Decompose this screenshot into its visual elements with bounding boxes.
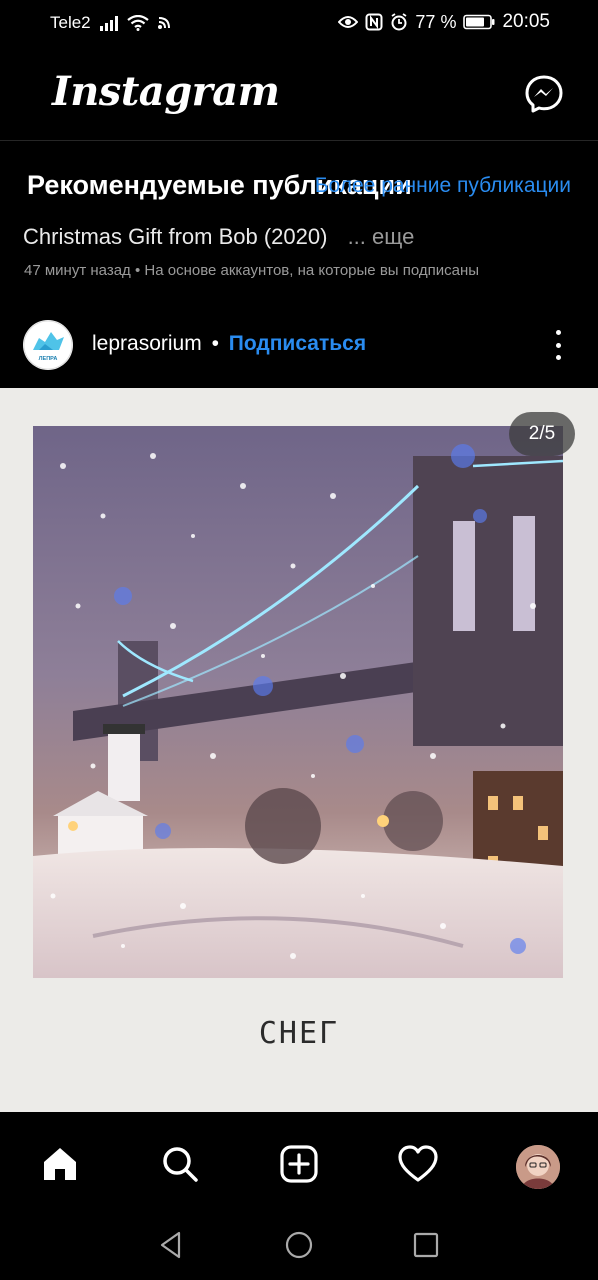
nav-activity-button[interactable] [396,1142,440,1186]
more-dot-icon [555,342,561,348]
system-back-button[interactable] [157,1230,187,1260]
back-icon [160,1231,181,1259]
system-recents-button[interactable] [411,1230,441,1260]
signal-icon [99,16,118,31]
system-home-button[interactable] [284,1230,314,1260]
search-icon [163,1147,198,1182]
nav-home-button[interactable] [38,1142,82,1186]
nav-new-post-button[interactable] [277,1142,321,1186]
post-photo [33,426,563,978]
more-dot-icon [555,330,561,335]
older-posts-link[interactable]: Более ранние публикации [315,174,571,198]
carousel-counter: 2/5 [509,412,575,456]
recommended-header: Рекомендуемые публикации Более ранние пу… [0,141,598,221]
home-icon [44,1148,76,1180]
leprasorium-logo-icon: ЛЕПРА [23,320,73,370]
alarm-icon [391,13,407,31]
author-avatar[interactable]: ЛЕПРА [23,320,73,370]
eye-comfort-icon [338,16,359,28]
status-time: 20:05 [502,11,550,32]
more-dot-icon [555,355,561,360]
status-bar: Tele2 77 % 20:05 [0,0,598,46]
avatar-text: ЛЕПРА [39,356,58,362]
home-circle-icon [285,1231,313,1259]
caption-text: Christmas Gift from Bob (2020) [23,224,328,249]
new-post-icon [280,1145,318,1183]
messenger-button[interactable] [524,74,564,114]
recents-icon [413,1232,439,1258]
nav-search-button[interactable] [158,1142,202,1186]
battery-percent: 77 % [415,11,457,32]
hotspot-icon [157,17,170,29]
instagram-logo[interactable]: Instagram [52,68,280,115]
polaroid-caption: СНЕГ [258,1016,340,1051]
separator-dot: • [211,332,219,355]
previous-post-caption: Christmas Gift from Bob (2020) ... еще [23,224,414,250]
wifi-icon [126,15,149,31]
app-bar: Instagram [0,58,598,140]
messenger-icon [525,75,563,113]
profile-photo [516,1145,560,1189]
snowy-bridge-photo [33,426,563,978]
system-navigation [0,1208,598,1280]
carrier-name: Tele2 [50,13,91,32]
nav-profile-avatar[interactable] [516,1145,560,1189]
status-left: Tele2 [50,13,171,33]
bottom-navigation [0,1112,598,1208]
post-author-line: leprasorium • Подписаться [92,332,366,356]
post-options-button[interactable] [548,330,568,360]
heart-icon [398,1145,438,1182]
status-right: 77 % 20:05 [338,11,550,33]
post-header: ЛЕПРА leprasorium • Подписаться [0,316,598,372]
post-username[interactable]: leprasorium [92,332,202,355]
battery-icon [463,14,495,30]
caption-more-link[interactable]: ... еще [348,224,415,249]
follow-button[interactable]: Подписаться [229,332,366,355]
post-meta: 47 минут назад • На основе аккаунтов, на… [24,262,480,279]
post-media[interactable]: 2/5 СНЕГ [0,388,598,1112]
nfc-icon [365,13,383,31]
